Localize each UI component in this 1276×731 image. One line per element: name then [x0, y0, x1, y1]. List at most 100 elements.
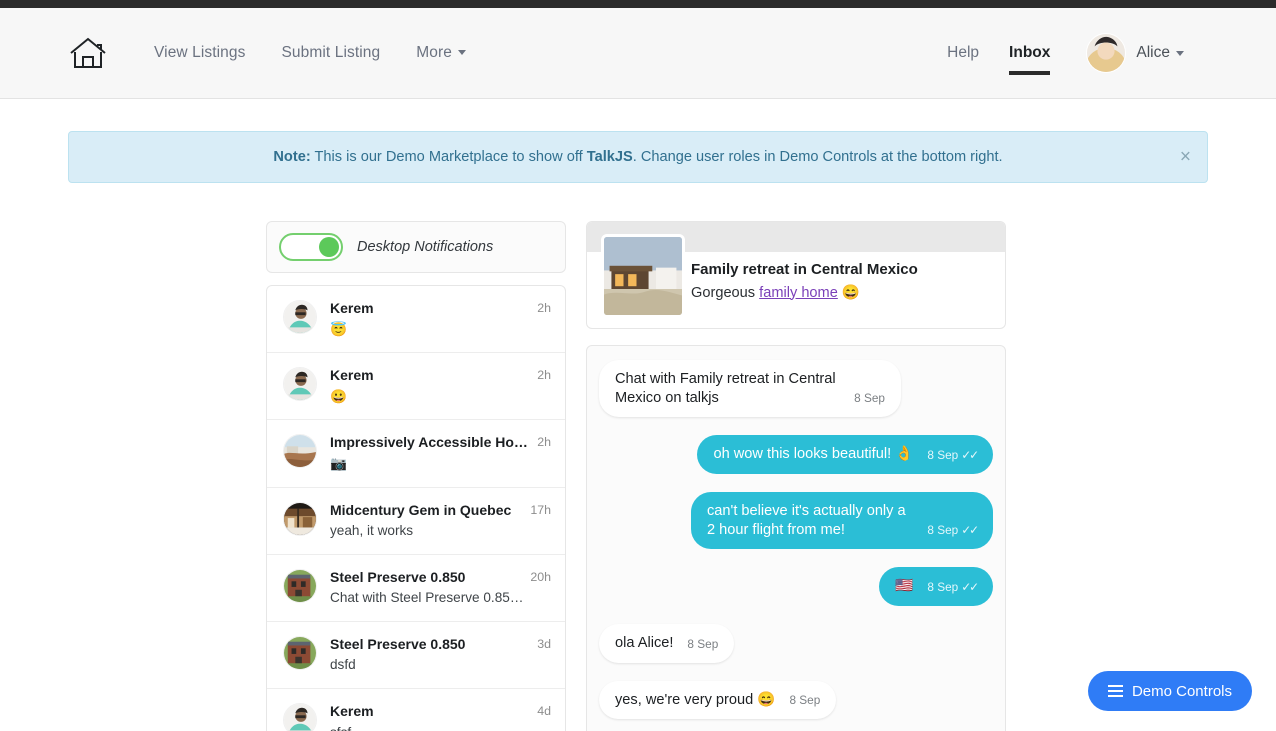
user-menu[interactable]: Alice	[1086, 33, 1184, 73]
conversation-title: Kerem	[330, 367, 374, 384]
demo-controls-label: Demo Controls	[1131, 682, 1232, 700]
conversation-timestamp: 20h	[530, 569, 551, 584]
conversation-title: Steel Preserve 0.850	[330, 635, 466, 652]
banner-text-after: . Change user roles in Demo Controls at …	[632, 149, 1003, 165]
conversation-snippet: yeah, it works	[330, 523, 414, 539]
user-menu-label: Alice	[1136, 44, 1170, 61]
message-meta: 8 Sep	[687, 636, 719, 651]
conversation-body: Steel Preserve 0.850 Chat with Steel Pres…	[330, 569, 530, 607]
conversation-snippet: dsfd	[330, 657, 356, 673]
banner-brand: TalkJS	[586, 149, 633, 165]
conversation-body: Impressively Accessible Home 📷	[330, 434, 537, 472]
message-text: ola Alice!	[615, 635, 674, 652]
nav-item-submit-listing[interactable]: Submit Listing	[263, 44, 398, 62]
avatar	[283, 703, 317, 731]
secondary-navigation: Help Inbox Alice	[947, 33, 1184, 75]
chat-column: Family retreat in Central Mexico Gorgeou…	[586, 221, 1006, 731]
family-home-link[interactable]: family home	[759, 285, 838, 301]
conversation-row[interactable]: Steel Preserve 0.850 dsfd 3d	[267, 622, 565, 690]
banner-message: Note: This is our Demo Marketplace to sh…	[273, 149, 1002, 165]
message-meta: 8 Sep ✓✓	[927, 447, 979, 462]
read-receipt-icon: ✓✓	[961, 447, 979, 462]
nav-item-view-listings[interactable]: View Listings	[136, 44, 263, 62]
avatar	[283, 367, 317, 402]
message-row: 🇺🇸 8 Sep ✓✓	[599, 567, 993, 607]
message-thread: Chat with Family retreat in Central Mexi…	[586, 345, 1006, 731]
message-text: oh wow this looks beautiful! 👌	[713, 446, 914, 463]
avatar	[283, 300, 317, 334]
demo-controls-button[interactable]: Demo Controls	[1087, 671, 1252, 711]
avatar	[283, 568, 317, 603]
avatar	[1086, 33, 1127, 73]
nav-item-inbox-label[interactable]: Inbox	[1009, 44, 1050, 61]
subtitle-suffix: 😄	[837, 284, 861, 301]
conversation-title: Midcentury Gem in Quebec	[330, 501, 512, 518]
avatar	[283, 501, 317, 536]
chevron-down-icon	[457, 50, 466, 56]
message-row: oh wow this looks beautiful! 👌 8 Sep ✓✓	[599, 435, 993, 475]
conversation-snippet: 📷	[330, 455, 347, 471]
conversation-snippet: Chat with Steel Preserve 0.850 o...	[330, 590, 527, 606]
active-tab-indicator	[1009, 71, 1051, 75]
conversation-title: Steel Preserve 0.850	[330, 568, 466, 585]
conversation-row[interactable]: Kerem 😇 2h	[267, 286, 565, 354]
conversation-body: Kerem 😇	[330, 300, 537, 338]
conversation-body: Midcentury Gem in Quebec yeah, it works	[330, 502, 530, 540]
conversation-snippet: 😇	[330, 321, 347, 337]
inbox-sidebar: Desktop Notifications Kerem 😇 2h Kerem 😀 2h Im…	[266, 221, 566, 731]
conversation-timestamp: 4d	[537, 704, 551, 719]
message-text: can't believe it's actually only a 2 hou…	[707, 503, 906, 538]
conversation-timestamp: 2h	[537, 368, 551, 383]
conversation-row[interactable]: Kerem sfsf 4d	[267, 689, 565, 731]
conversation-timestamp: 3d	[537, 636, 551, 651]
message-bubble[interactable]: can't believe it's actually only a 2 hou…	[691, 492, 993, 550]
nav-item-help[interactable]: Help	[947, 44, 979, 62]
conversation-row[interactable]: Steel Preserve 0.850 Chat with Steel Pres…	[267, 555, 565, 622]
conversation-timestamp: 17h	[530, 502, 551, 517]
conversation-title: Kerem	[330, 300, 374, 316]
toggle-knob	[319, 237, 339, 257]
home-icon	[70, 37, 106, 68]
nav-item-inbox[interactable]: Inbox	[1009, 44, 1051, 75]
demo-notice-banner: Note: This is our Demo Marketplace to sh…	[68, 131, 1208, 183]
conversation-row[interactable]: Kerem 😀 2h	[267, 353, 565, 421]
close-icon[interactable]: ×	[1180, 148, 1191, 167]
banner-area: Note: This is our Demo Marketplace to sh…	[0, 99, 1276, 183]
home-logo-link[interactable]	[68, 34, 136, 72]
avatar	[283, 635, 317, 670]
message-row: yes, we're very proud 😄 8 Sep	[599, 680, 993, 720]
read-receipt-icon: ✓✓	[961, 523, 979, 538]
message-meta: 8 Sep ✓✓	[927, 523, 979, 538]
conversation-title: Kerem	[330, 703, 374, 720]
conversation-timestamp: 2h	[537, 435, 551, 450]
message-bubble[interactable]: yes, we're very proud 😄 8 Sep	[599, 680, 837, 720]
message-bubble[interactable]: Chat with Family retreat in Central Mexi…	[599, 360, 901, 418]
conversation-list[interactable]: Kerem 😇 2h Kerem 😀 2h Impressively Accessible …	[266, 285, 566, 731]
conversation-snippet: sfsf	[330, 724, 533, 731]
conversation-timestamp: 2h	[537, 301, 551, 315]
main-content: Desktop Notifications Kerem 😇 2h Kerem 😀 2h Im…	[0, 183, 1276, 731]
desktop-notifications-card: Desktop Notifications	[266, 221, 566, 273]
conversation-row[interactable]: Impressively Accessible Home 📷 2h	[267, 420, 565, 488]
hamburger-icon	[1107, 685, 1123, 697]
top-accent-bar	[0, 0, 1276, 8]
message-bubble[interactable]: oh wow this looks beautiful! 👌 8 Sep ✓✓	[697, 435, 993, 475]
message-row: can't believe it's actually only a 2 hou…	[599, 492, 993, 550]
conversation-row[interactable]: Midcentury Gem in Quebec yeah, it works 17…	[267, 488, 565, 555]
listing-thumbnail	[601, 234, 685, 318]
message-bubble[interactable]: 🇺🇸 8 Sep ✓✓	[879, 567, 993, 607]
avatar	[283, 434, 317, 469]
desktop-notifications-toggle[interactable]	[279, 233, 343, 261]
message-text: Chat with Family retreat in Central Mexi…	[615, 371, 836, 406]
chat-subject-title: Family retreat in Central Mexico	[691, 261, 918, 278]
nav-item-more-label: More	[416, 44, 452, 61]
nav-item-more[interactable]: More	[398, 44, 484, 62]
conversation-body: Steel Preserve 0.850 dsfd	[330, 636, 537, 674]
message-meta: 8 Sep	[789, 693, 821, 708]
message-bubble[interactable]: ola Alice! 8 Sep	[599, 624, 735, 663]
message-meta: 8 Sep ✓✓	[927, 579, 979, 594]
primary-navigation: View Listings Submit Listing More	[68, 34, 484, 72]
site-header: View Listings Submit Listing More Help I…	[0, 8, 1276, 99]
message-text: yes, we're very proud 😄	[615, 691, 776, 708]
conversation-body: Kerem sfsf	[330, 703, 537, 731]
